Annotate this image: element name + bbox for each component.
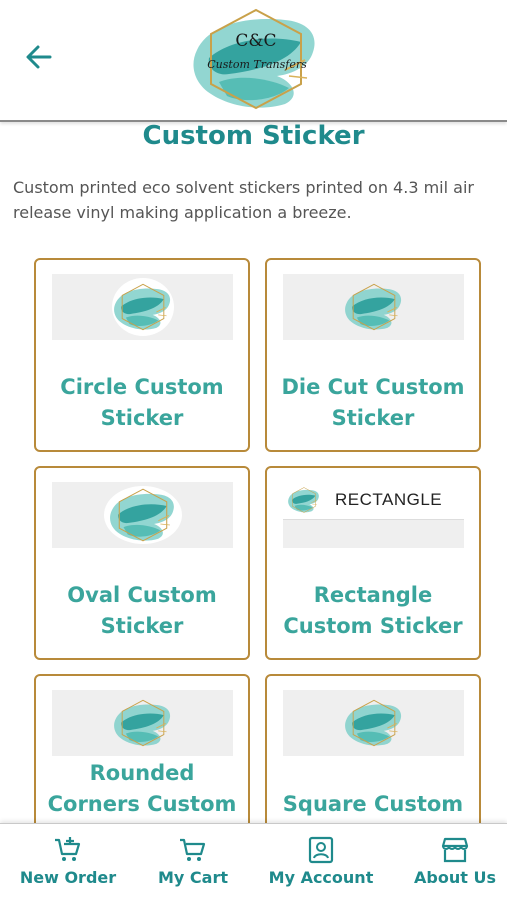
product-label: Rectangle Custom Sticker xyxy=(283,583,463,638)
product-thumbnail: RECTANGLE xyxy=(283,482,464,548)
product-card-rectangle[interactable]: RECTANGLE Rectangle Custom Sticker xyxy=(265,466,481,660)
product-thumbnail xyxy=(52,690,233,756)
account-icon xyxy=(308,836,334,864)
nav-new-order[interactable]: New Order xyxy=(14,824,122,900)
nav-label: New Order xyxy=(19,868,117,887)
product-label: Circle Custom Sticker xyxy=(60,375,224,430)
logo-image xyxy=(104,486,182,544)
nav-label: My Account xyxy=(268,868,374,887)
logo-image xyxy=(343,278,405,336)
rectangle-preview: RECTANGLE xyxy=(283,482,464,520)
product-thumbnail xyxy=(52,274,233,340)
logo-image xyxy=(112,278,174,336)
product-thumbnail xyxy=(52,482,233,548)
bottom-navigation: New Order My Cart My Account About Us xyxy=(0,823,507,900)
store-icon xyxy=(441,837,469,863)
nav-my-account[interactable]: My Account xyxy=(266,824,376,900)
nav-my-cart[interactable]: My Cart xyxy=(150,824,236,900)
nav-label: My Cart xyxy=(158,868,228,887)
cart-icon xyxy=(180,838,206,861)
logo-image xyxy=(287,484,321,516)
product-card-circle[interactable]: Circle Custom Sticker xyxy=(34,258,250,452)
nav-label: About Us xyxy=(414,868,496,887)
product-thumbnail xyxy=(283,690,464,756)
logo-image xyxy=(343,694,405,752)
product-label: Oval Custom Sticker xyxy=(67,583,217,638)
rectangle-thumb-text: RECTANGLE xyxy=(335,490,443,509)
product-grid: Circle Custom Sticker Die Cut Custom Sti… xyxy=(0,0,507,900)
cart-plus-icon xyxy=(55,837,81,861)
product-card-oval[interactable]: Oval Custom Sticker xyxy=(34,466,250,660)
logo-image xyxy=(112,694,174,752)
product-label: Die Cut Custom Sticker xyxy=(281,375,465,430)
nav-about-us[interactable]: About Us xyxy=(410,824,500,900)
product-card-die-cut[interactable]: Die Cut Custom Sticker xyxy=(265,258,481,452)
product-thumbnail xyxy=(283,274,464,340)
